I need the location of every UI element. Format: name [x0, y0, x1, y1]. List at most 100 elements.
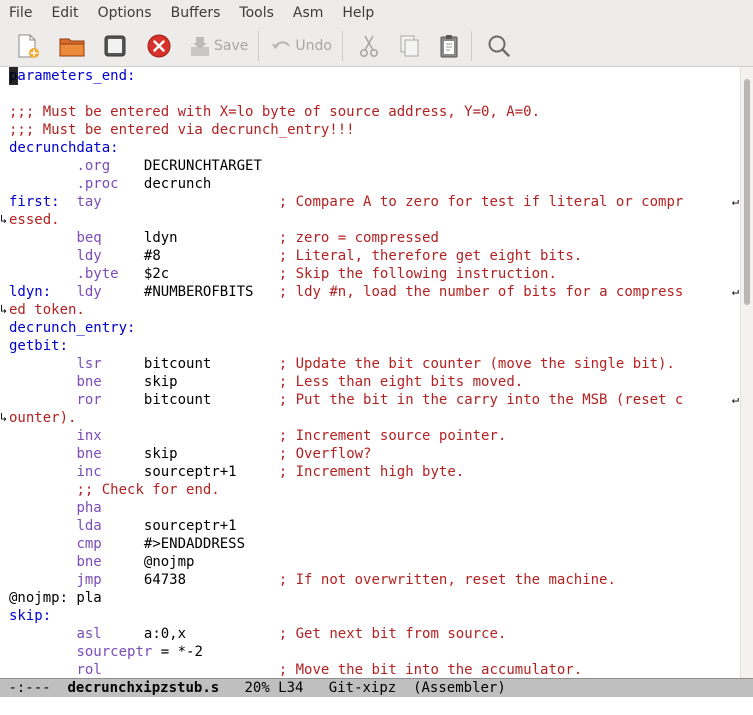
menu-tools[interactable]: Tools	[230, 0, 284, 26]
code-line: decrunch_entry:	[9, 319, 683, 337]
code-token: .proc	[76, 176, 119, 192]
search-button[interactable]	[486, 30, 512, 62]
code-line: decrunchdata:	[9, 139, 683, 157]
new-file-button[interactable]	[14, 30, 40, 62]
code-line: parameters_end:	[9, 67, 683, 85]
save-button[interactable]: Save	[188, 30, 248, 62]
scrollbar-thumb[interactable]	[744, 79, 750, 305]
code-token: ror	[76, 392, 102, 408]
code-token: ; Less than eight bits moved.	[278, 374, 524, 390]
buffer-status: -:---	[8, 680, 51, 696]
paste-icon	[440, 35, 458, 58]
vertical-scrollbar[interactable]	[740, 67, 753, 678]
menu-asm[interactable]: Asm	[284, 0, 334, 26]
cut-button[interactable]	[357, 30, 381, 62]
save-icon	[191, 37, 209, 56]
tool-bar: Save Undo	[0, 26, 753, 67]
code-line: bne @nojmp	[9, 553, 683, 571]
code-token: 64738	[143, 572, 187, 588]
code-token: inx	[76, 428, 102, 444]
code-token: ; ldy #n, load the number of bits for a …	[278, 284, 684, 300]
code-line: cmp #>ENDADDRESS	[9, 535, 683, 553]
close-icon	[147, 34, 171, 58]
toolbar-separator	[470, 31, 472, 61]
menu-buffers[interactable]: Buffers	[162, 0, 231, 26]
editor-text-area[interactable]: parameters_end: ;;; Must be entered with …	[0, 67, 740, 678]
menu-help[interactable]: Help	[333, 0, 384, 26]
code-token: bne	[76, 374, 102, 390]
code-token: decrunch_entry:	[9, 320, 136, 336]
code-line: skip:	[9, 607, 683, 625]
code-token: tay	[76, 194, 102, 210]
code-line: lda sourceptr+1	[9, 517, 683, 535]
code-token: decrunchdata:	[9, 140, 119, 156]
code-line: .org DECRUNCHTARGET	[9, 157, 683, 175]
code-line: getbit:	[9, 337, 683, 355]
code-line: ounter).	[9, 409, 683, 427]
undo-button[interactable]: Undo	[269, 30, 332, 62]
buffer-name: decrunchxipzstub.s	[67, 680, 220, 696]
code-token: ldy	[76, 284, 102, 300]
menu-options[interactable]: Options	[89, 0, 162, 26]
code-token: ldyn	[143, 230, 178, 246]
code-line: ror bitcount ; Put the bit in the carry …	[9, 391, 683, 409]
kill-buffer-button[interactable]	[146, 30, 172, 62]
menu-edit[interactable]: Edit	[42, 0, 88, 26]
code-line: jmp 64738 ; If not overwritten, reset th…	[9, 571, 683, 589]
wrap-continue-icon: ↵	[731, 392, 739, 406]
paste-button[interactable]	[437, 30, 461, 62]
code-token: bitcount	[143, 356, 212, 372]
code-line: ;;; Must be entered with X=lo byte of so…	[9, 103, 683, 121]
code-token: ed token.	[9, 302, 85, 318]
code-token: parameters_end:	[9, 68, 136, 84]
code-token: sourceptr	[76, 644, 153, 660]
code-line: ;; Check for end.	[9, 481, 683, 499]
wrap-continue-icon: ↵	[731, 194, 739, 208]
code-token: pha	[76, 500, 102, 516]
open-file-button[interactable]	[58, 30, 86, 62]
wrap-continue-icon: ↵	[731, 284, 739, 298]
code-token: lda	[76, 518, 102, 534]
menu-file[interactable]: File	[0, 0, 42, 26]
code-token: ; Skip the following instruction.	[278, 266, 557, 282]
dired-button[interactable]	[102, 30, 128, 62]
code-line: .proc decrunch	[9, 175, 683, 193]
code-token: cmp	[76, 536, 102, 552]
code-token: @nojmp: pla	[9, 590, 102, 606]
code-token: ; Compare A to zero for test if literal …	[278, 194, 684, 210]
code-token: rol	[76, 662, 102, 678]
code-token: asl	[76, 626, 102, 642]
code-token: ;;; Must be entered via decrunch_entry!!…	[9, 122, 355, 138]
code-line: asl a:0,x ; Get next bit from source.	[9, 625, 683, 643]
undo-icon	[272, 41, 291, 49]
buffer-position: 20% L34	[244, 680, 304, 696]
code-token: first:	[9, 194, 60, 210]
copy-button[interactable]	[397, 30, 421, 62]
minibuffer[interactable]	[0, 697, 753, 715]
